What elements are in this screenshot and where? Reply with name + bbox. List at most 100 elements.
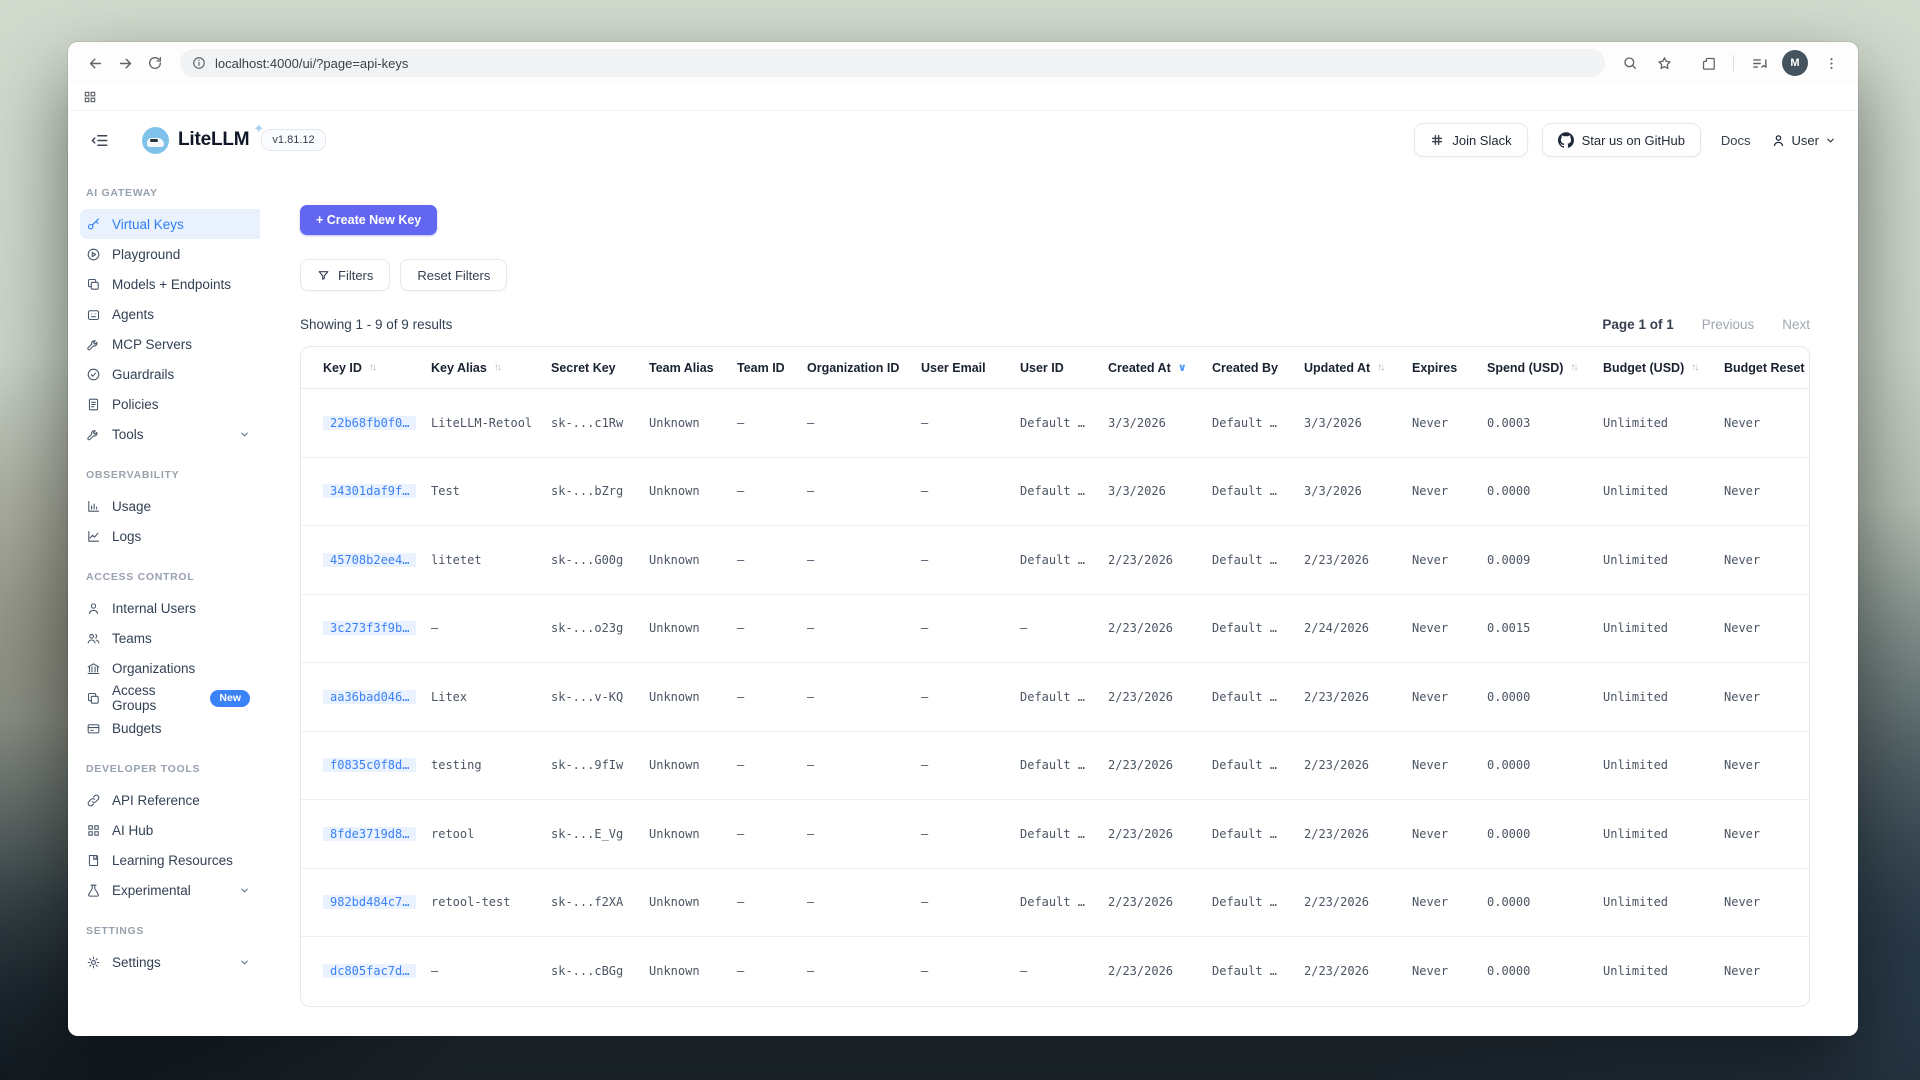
chevron-down-icon — [239, 885, 250, 896]
key-id-link[interactable]: dc805fac7d… — [323, 964, 416, 978]
column-label: Expires — [1412, 361, 1457, 375]
bookmarks-bar — [68, 84, 1858, 111]
sidebar-item-playground[interactable]: Playground — [68, 239, 260, 269]
wrench-icon — [86, 337, 101, 352]
table-row[interactable]: dc805fac7d…–sk-...cBGgUnknown––––2/23/20… — [301, 937, 1809, 1006]
sidebar-item-teams[interactable]: Teams — [68, 623, 260, 653]
play-circle-icon — [86, 247, 101, 262]
sidebar-item-logs[interactable]: Logs — [68, 521, 260, 551]
key-id-link[interactable]: 22b68fb0f0… — [323, 416, 416, 430]
url-text[interactable]: localhost:4000/ui/?page=api-keys — [215, 56, 408, 71]
key-id-link[interactable]: 45708b2ee4… — [323, 553, 416, 567]
browser-menu-icon[interactable] — [1816, 48, 1846, 78]
back-icon[interactable] — [80, 48, 110, 78]
previous-page-button[interactable]: Previous — [1702, 317, 1755, 332]
profile-avatar[interactable]: M — [1782, 50, 1808, 76]
sidebar-item-mcp-servers[interactable]: MCP Servers — [68, 329, 260, 359]
table-row[interactable]: 22b68fb0f0…LiteLLM-Retoolsk-...c1RwUnkno… — [301, 389, 1809, 458]
column-header-updated-at[interactable]: Updated At↑↓ — [1304, 361, 1412, 375]
column-label: User ID — [1020, 361, 1064, 375]
sidebar-section-label: DEVELOPER TOOLS — [86, 763, 260, 775]
sidebar-item-usage[interactable]: Usage — [68, 491, 260, 521]
column-label: Budget Reset — [1724, 361, 1805, 375]
create-new-key-button[interactable]: + Create New Key — [300, 205, 437, 235]
grid-icon — [86, 823, 101, 838]
sort-icon: ↑↓ — [494, 362, 500, 373]
table-cell: Default … — [1212, 416, 1304, 430]
forward-icon[interactable] — [110, 48, 140, 78]
slack-icon — [1430, 133, 1444, 147]
user-menu[interactable]: User — [1771, 133, 1836, 148]
table-cell: – — [431, 621, 551, 635]
key-id-link[interactable]: aa36bad046… — [323, 690, 416, 704]
table-row[interactable]: 45708b2ee4…litetetsk-...G00gUnknown–––De… — [301, 526, 1809, 595]
key-id-link[interactable]: 34301daf9f… — [323, 484, 416, 498]
extensions-icon[interactable] — [1693, 48, 1723, 78]
table-cell: Never — [1412, 690, 1487, 704]
filters-button[interactable]: Filters — [300, 259, 390, 291]
sidebar-item-guardrails[interactable]: Guardrails — [68, 359, 260, 389]
docs-link[interactable]: Docs — [1721, 133, 1751, 148]
sidebar-item-internal-users[interactable]: Internal Users — [68, 593, 260, 623]
sidebar-item-tools[interactable]: Tools — [68, 419, 260, 449]
table-row[interactable]: 982bd484c7…retool-testsk-...f2XAUnknown–… — [301, 869, 1809, 938]
table-row[interactable]: 34301daf9f…Testsk-...bZrgUnknown–––Defau… — [301, 458, 1809, 527]
column-header-key-id[interactable]: Key ID↑↓ — [323, 361, 431, 375]
column-header-key-alias[interactable]: Key Alias↑↓ — [431, 361, 551, 375]
table-cell: – — [1020, 964, 1108, 978]
table-cell: Unlimited — [1603, 758, 1724, 772]
apps-grid-icon[interactable] — [83, 90, 97, 104]
key-id-link[interactable]: 8fde3719d8… — [323, 827, 416, 841]
sidebar-item-experimental[interactable]: Experimental — [68, 875, 260, 905]
sidebar-item-api-reference[interactable]: API Reference — [68, 785, 260, 815]
table-cell: 0.0000 — [1487, 964, 1603, 978]
sidebar-item-agents[interactable]: Agents — [68, 299, 260, 329]
litellm-app: LiteLLM ✦v1.81.12 Join Slack Star us on … — [68, 111, 1858, 1036]
zoom-icon[interactable] — [1615, 48, 1645, 78]
sidebar-section-label: ACCESS CONTROL — [86, 571, 260, 583]
reload-icon[interactable] — [140, 48, 170, 78]
key-id-link[interactable]: 3c273f3f9b… — [323, 621, 416, 635]
next-page-button[interactable]: Next — [1782, 317, 1810, 332]
table-cell: – — [807, 758, 921, 772]
litellm-logo-icon — [142, 127, 169, 154]
sidebar-item-ai-hub[interactable]: AI Hub — [68, 815, 260, 845]
sidebar-item-label: Experimental — [112, 883, 191, 898]
table-cell: retool-test — [431, 895, 551, 909]
sidebar-item-label: Policies — [112, 397, 159, 412]
key-id-link[interactable]: 982bd484c7… — [323, 895, 416, 909]
column-header-budget-usd-[interactable]: Budget (USD)↑↓ — [1603, 361, 1724, 375]
table-row[interactable]: f0835c0f8d…testingsk-...9fIwUnknown–––De… — [301, 732, 1809, 801]
reading-list-icon[interactable] — [1744, 48, 1774, 78]
sidebar-item-policies[interactable]: Policies — [68, 389, 260, 419]
sidebar-item-budgets[interactable]: Budgets — [68, 713, 260, 743]
table-row[interactable]: 3c273f3f9b…–sk-...o23gUnknown––––2/23/20… — [301, 595, 1809, 664]
sidebar-section-label: AI GATEWAY — [86, 187, 260, 199]
table-row[interactable]: 8fde3719d8…retoolsk-...E_VgUnknown–––Def… — [301, 800, 1809, 869]
reset-filters-button[interactable]: Reset Filters — [400, 259, 507, 291]
key-id-link[interactable]: f0835c0f8d… — [323, 758, 416, 772]
sidebar-item-label: Learning Resources — [112, 853, 233, 868]
sidebar-item-label: Guardrails — [112, 367, 174, 382]
brand-logo[interactable]: LiteLLM — [142, 127, 249, 154]
sidebar-item-learning-resources[interactable]: Learning Resources — [68, 845, 260, 875]
sidebar-item-settings[interactable]: Settings — [68, 947, 260, 977]
table-cell: Default … — [1212, 895, 1304, 909]
join-slack-button[interactable]: Join Slack — [1414, 123, 1527, 157]
column-label: Spend (USD) — [1487, 361, 1563, 375]
column-header-spend-usd-[interactable]: Spend (USD)↑↓ — [1487, 361, 1603, 375]
sidebar-collapse-icon[interactable] — [84, 125, 114, 155]
sidebar-item-access-groups[interactable]: Access GroupsNew — [68, 683, 260, 713]
site-info-icon[interactable] — [192, 56, 206, 70]
table-cell: Unlimited — [1603, 895, 1724, 909]
sidebar-item-organizations[interactable]: Organizations — [68, 653, 260, 683]
star-github-button[interactable]: Star us on GitHub — [1542, 123, 1701, 157]
address-bar[interactable]: localhost:4000/ui/?page=api-keys — [180, 49, 1605, 77]
table-cell: sk-...f2XA — [551, 895, 649, 909]
sidebar-item-virtual-keys[interactable]: Virtual Keys — [80, 209, 260, 239]
column-header-created-at[interactable]: Created At∨ — [1108, 361, 1212, 375]
bookmark-star-icon[interactable] — [1649, 48, 1679, 78]
sidebar-item-models-endpoints[interactable]: Models + Endpoints — [68, 269, 260, 299]
table-cell: – — [737, 690, 807, 704]
table-row[interactable]: aa36bad046…Litexsk-...v-KQUnknown–––Defa… — [301, 663, 1809, 732]
